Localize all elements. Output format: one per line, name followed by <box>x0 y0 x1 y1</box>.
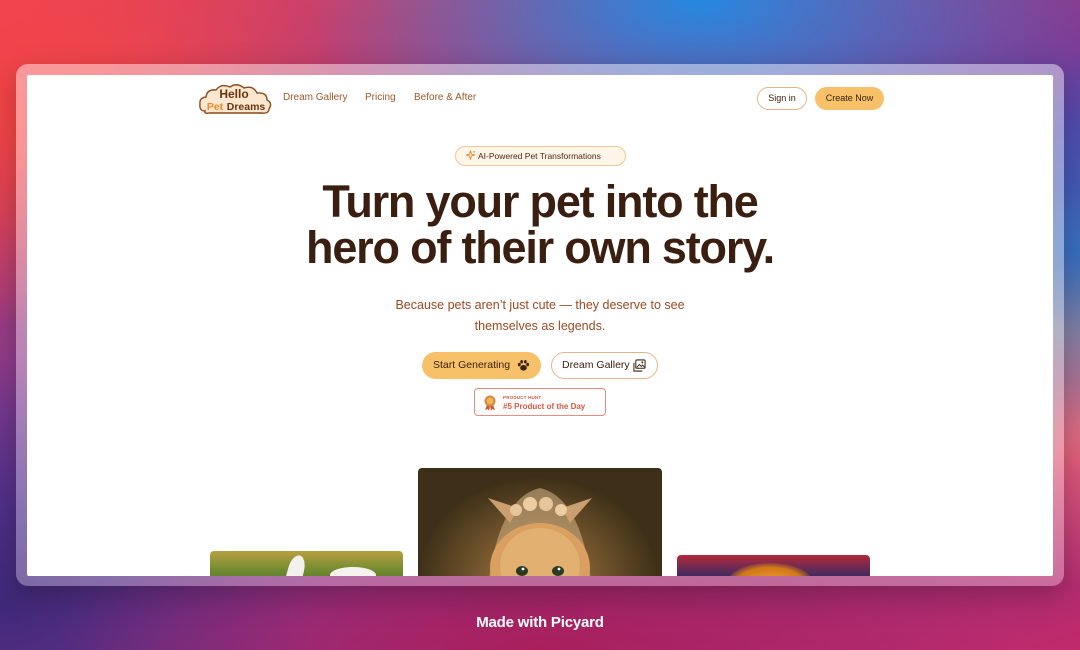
hero-subtitle: Because pets aren’t just cute — they des… <box>27 295 1053 337</box>
nav-link-before-after[interactable]: Before & After <box>414 92 476 103</box>
paw-icon <box>517 360 530 371</box>
start-generating-label: Start Generating <box>433 359 511 371</box>
hero-title-line-1: Turn your pet into the <box>322 176 758 227</box>
logo-text-pet: Pet <box>207 101 224 113</box>
sparkle-icon <box>465 150 476 160</box>
cat-portrait <box>488 488 592 576</box>
dream-gallery-button[interactable]: Dream Gallery <box>551 352 658 379</box>
logo-text-hello: Hello <box>219 87 248 101</box>
product-hunt-badge[interactable]: PRODUCT HUNT #5 Product of the Day <box>474 388 606 416</box>
logo[interactable]: Hello Pet Dreams <box>197 81 273 117</box>
hero-subtitle-line-2: themselves as legends. <box>474 319 606 333</box>
nav-link-pricing[interactable]: Pricing <box>365 92 396 103</box>
dream-gallery-label: Dream Gallery <box>562 359 630 371</box>
pill-label: AI-Powered Pet Transformations <box>478 151 601 161</box>
gallery-icon <box>633 359 646 372</box>
sign-in-button[interactable]: Sign in <box>757 87 807 110</box>
hero-title: Turn your pet into the hero of their own… <box>27 179 1053 271</box>
nav-link-dream-gallery[interactable]: Dream Gallery <box>283 92 347 103</box>
logo-text-dreams: Dreams <box>227 101 266 113</box>
medal-icon <box>484 395 496 411</box>
hero-subtitle-line-1: Because pets aren’t just cute — they des… <box>395 298 685 312</box>
product-of-day-label: #5 Product of the Day <box>503 402 586 411</box>
landing-page: Hello Pet Dreams Dream Gallery Pricing B… <box>27 75 1053 576</box>
start-generating-button[interactable]: Start Generating <box>422 352 541 379</box>
logo-cloud: Hello Pet Dreams <box>199 84 272 114</box>
ai-powered-pill: AI-Powered Pet Transformations <box>455 146 626 166</box>
pet-image-dog <box>677 555 870 576</box>
footer-credit: Made with Picyard <box>476 614 604 631</box>
pet-image-cat-bride <box>418 468 662 576</box>
pet-image-bunny <box>210 551 403 576</box>
create-now-button[interactable]: Create Now <box>815 87 884 110</box>
hero-title-line-2: hero of their own story. <box>306 222 775 273</box>
product-hunt-label: PRODUCT HUNT <box>503 395 542 400</box>
